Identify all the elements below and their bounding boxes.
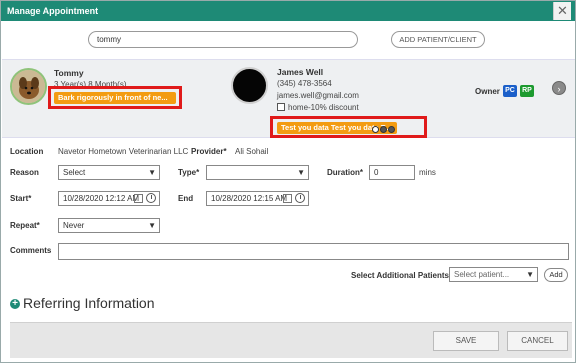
end-value: 10/28/2020 12:15 AM [211,194,288,203]
patient-alert-highlight [48,86,182,109]
client-email[interactable]: james.well@gmail.com [277,91,359,100]
add-patient-button[interactable]: Add [544,268,568,282]
clock-icon[interactable] [146,193,156,203]
start-label: Start* [10,194,32,203]
repeat-value: Never [63,221,85,230]
patient-name[interactable]: Tommy [54,68,84,78]
comments-label: Comments [10,246,52,255]
duration-unit: mins [419,168,436,177]
start-value: 10/28/2020 12:12 AM [63,194,140,203]
next-arrow-icon[interactable]: › [552,81,566,95]
repeat-select[interactable]: Never ▼ [58,218,160,233]
clock-icon[interactable] [295,193,305,203]
cancel-button[interactable]: CANCEL [507,331,568,351]
chevron-down-icon: ▼ [526,270,534,279]
discount-checkbox-row[interactable]: home-10% discount [277,103,359,112]
additional-patients-label: Select Additional Patients [351,271,449,280]
chevron-down-icon: ▼ [297,168,305,177]
duration-input[interactable]: 0 [369,165,415,180]
duration-label: Duration* [327,168,363,177]
discount-checkbox[interactable] [277,103,285,111]
owner-label: Owner [475,87,500,96]
reason-label: Reason [10,168,39,177]
close-button[interactable]: ✕ [553,2,571,20]
additional-patients-placeholder: Select patient... [454,270,510,279]
dialog-title: Manage Appointment [7,6,99,16]
comments-input[interactable] [58,243,569,260]
end-datetime-input[interactable]: 10/28/2020 12:15 AM [206,191,309,206]
location-value: Navetor Hometown Veterinarian LLC [58,147,189,156]
owner-badge-pc[interactable]: PC [503,85,517,97]
discount-label: home-10% discount [288,103,359,112]
additional-patients-select[interactable]: Select patient... ▼ [449,267,538,282]
calendar-icon[interactable] [134,194,143,203]
repeat-label: Repeat* [10,221,40,230]
chevron-down-icon: ▼ [148,221,156,230]
location-label: Location [10,147,44,156]
patient-search-input[interactable] [88,31,358,48]
expand-plus-icon[interactable]: + [10,299,20,309]
client-avatar [231,67,268,104]
type-select[interactable]: ▼ [206,165,309,180]
chevron-down-icon: ▼ [148,168,156,177]
client-alert-highlight [270,116,427,138]
save-button[interactable]: SAVE [433,331,499,351]
owner-badge-rp[interactable]: RP [520,85,534,97]
provider-label: Provider* [191,147,227,156]
end-label: End [178,194,194,203]
pet-avatar [10,68,47,105]
referring-information-heading[interactable]: Referring Information [23,295,155,311]
client-name[interactable]: James Well [277,67,323,77]
reason-value: Select [63,168,86,177]
title-bar: Manage Appointment ✕ [1,1,575,21]
reason-select[interactable]: Select ▼ [58,165,160,180]
type-label: Type* [178,168,200,177]
start-datetime-input[interactable]: 10/28/2020 12:12 AM [58,191,160,206]
manage-appointment-dialog: Manage Appointment ✕ ADD PATIENT/CLIENT … [0,0,576,363]
add-patient-client-button[interactable]: ADD PATIENT/CLIENT [391,31,485,48]
client-phone: (345) 478-3564 [277,79,332,88]
duration-value: 0 [374,168,379,177]
calendar-icon[interactable] [283,194,292,203]
provider-value: Ali Sohail [235,147,269,156]
